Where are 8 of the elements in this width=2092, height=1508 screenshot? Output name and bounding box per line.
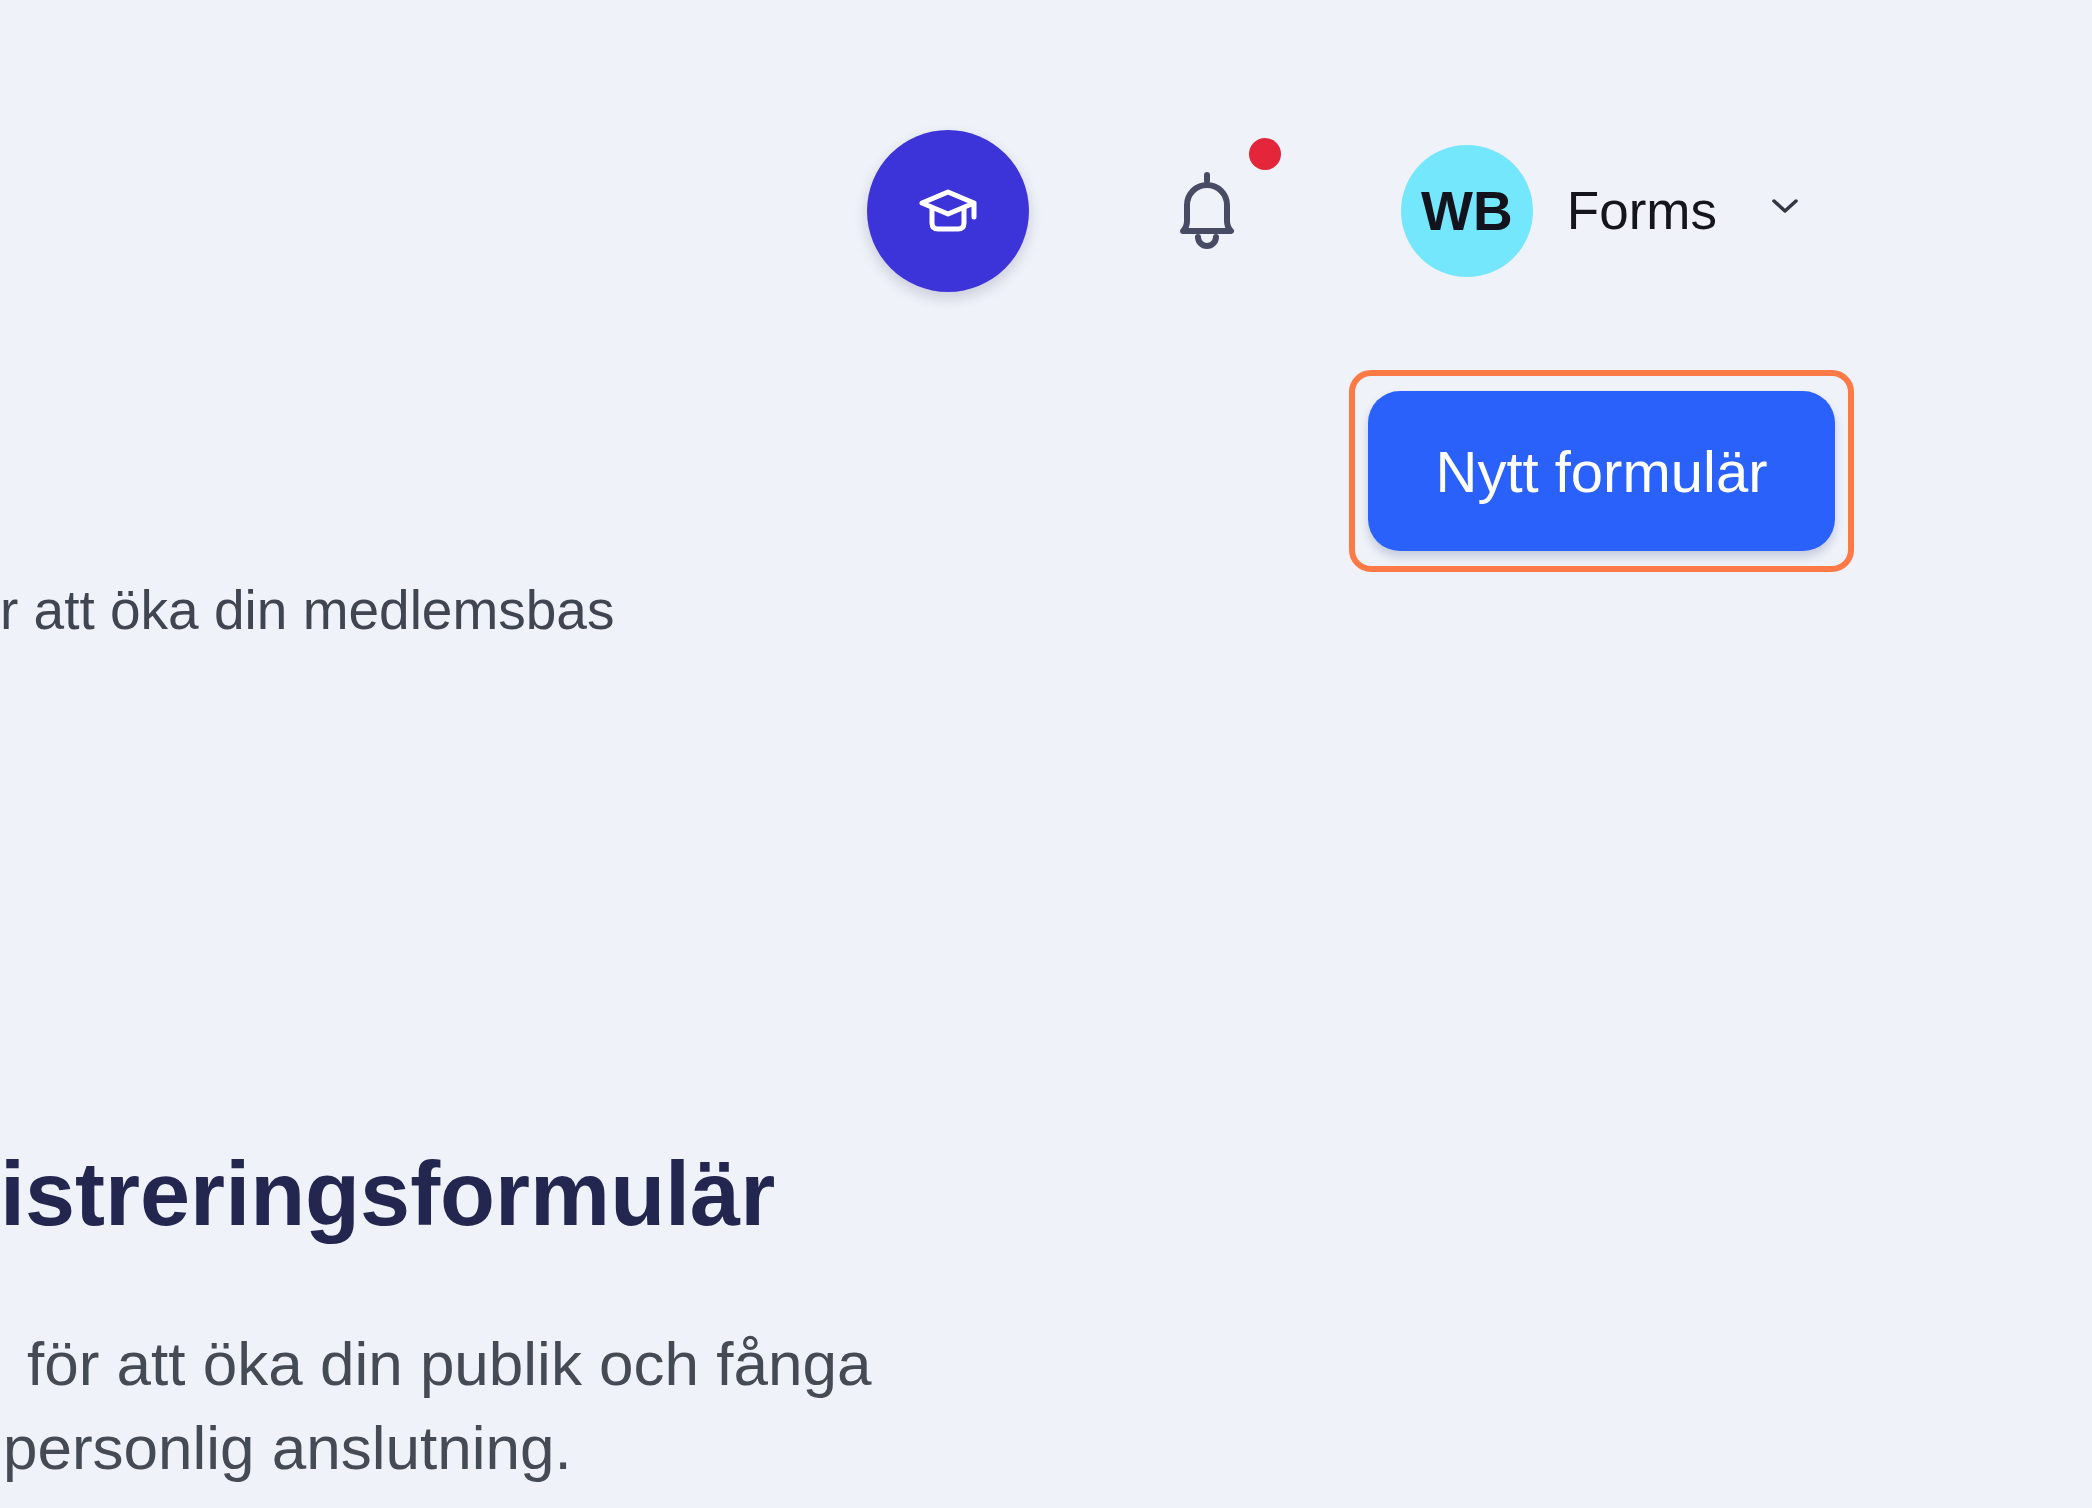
chevron-down-icon	[1771, 197, 1799, 214]
section-heading: istreringsformulär	[0, 1143, 776, 1246]
intro-text: r att öka din medlemsbas	[0, 578, 615, 643]
new-form-button[interactable]: Nytt formulär	[1368, 391, 1835, 551]
user-avatar: WB	[1400, 144, 1533, 277]
graduation-cap-icon	[917, 188, 978, 233]
account-menu-button[interactable]: WB Forms	[1400, 144, 1799, 277]
section-description: för att öka din publik och fånga personlig anslutning.	[2, 1328, 872, 1484]
